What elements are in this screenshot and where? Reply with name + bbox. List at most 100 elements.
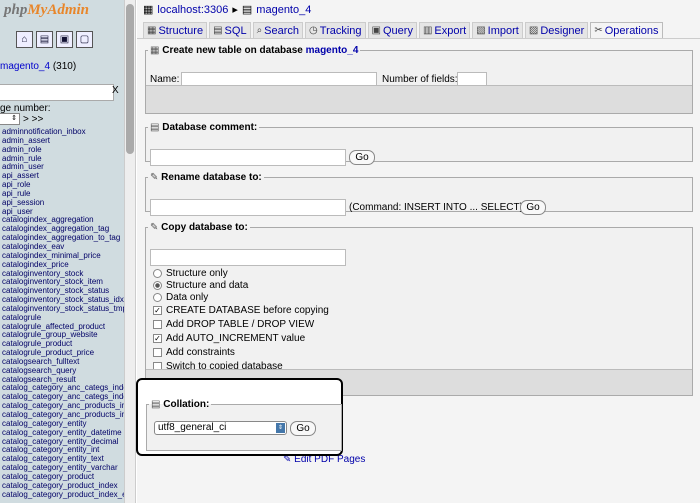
rename-database-input[interactable] [150,199,346,216]
query-window-icon[interactable]: ▤ [36,31,53,48]
table-list-item[interactable]: catalog_category_entity_decimal [2,437,124,446]
add-constraints-checkbox[interactable]: Add constraints [153,347,235,358]
table-list-item[interactable]: catalogindex_aggregation_tag [2,224,124,233]
phpmyadmin-logo[interactable]: phpMyAdmin [4,2,89,19]
home-icon[interactable]: ⌂ [16,31,33,48]
checkbox-unchecked[interactable] [153,348,162,357]
table-list-item[interactable]: api_rule [2,189,124,198]
table-list-item[interactable]: catalog_category_anc_categs_inde [2,383,124,393]
tab-import[interactable]: ▧ Import [472,22,523,38]
table-list-item[interactable]: admin_role [2,145,124,154]
database-comment-input[interactable] [150,149,346,166]
table-list-item[interactable]: catalogrule [2,313,124,322]
table-list-item[interactable]: catalog_category_anc_products_in [2,401,124,410]
table-list-item[interactable]: catalog_category_entity_int [2,445,124,454]
table-list-item[interactable]: catalog_category_entity_varchar [2,463,124,472]
table-list-item[interactable]: catalogindex_minimal_price [2,251,124,260]
tab-search[interactable]: ⌕ Search [252,22,304,38]
search-icon: ⌕ [256,25,263,36]
tab-sql[interactable]: ▤ SQL [209,22,251,38]
table-list-item[interactable]: catalogrule_affected_product [2,322,124,331]
table-list-item[interactable]: catalogrule_product_price [2,348,124,357]
tab-label: Query [383,24,413,37]
tab-query[interactable]: ▣ Query [367,22,417,38]
tab-tracking[interactable]: ◷ Tracking [305,22,366,38]
table-list-item[interactable]: catalogsearch_result [2,375,124,384]
table-list-item[interactable]: cataloginventory_stock_item [2,277,124,286]
collation-select[interactable]: utf8_general_ci ⇕ [154,421,287,435]
table-list-item[interactable]: catalogindex_aggregation_to_tag [2,233,124,242]
table-list-item[interactable]: catalogrule_product [2,339,124,348]
comment-go-button[interactable]: Go [349,150,375,165]
table-filter-input[interactable] [0,84,114,101]
operations-icon: ✂ [594,25,603,36]
table-list-item[interactable]: api_session [2,198,124,207]
collation-go-button[interactable]: Go [290,421,316,436]
nav-scrollbar[interactable] [124,0,136,503]
checkbox-checked[interactable]: ✓ [153,334,162,343]
select-arrow-icon[interactable]: ⇕ [276,423,285,433]
copy-database-input[interactable] [150,249,346,266]
table-list-item[interactable]: catalog_category_anc_products_in [2,410,124,419]
tab-export[interactable]: ▥ Export [418,22,471,38]
checkbox-unchecked[interactable] [153,320,162,329]
copy-pencil-icon: ✎ [150,222,159,233]
tab-operations[interactable]: ✂ Operations [590,22,663,38]
table-list-item[interactable]: catalog_category_product [2,472,124,481]
table-list-item[interactable]: admin_assert [2,136,124,145]
table-list-item[interactable]: catalog_category_entity [2,419,124,428]
table-list-item[interactable]: catalogsearch_fulltext [2,357,124,366]
sql-docs-icon[interactable]: ▢ [76,31,93,48]
import-icon: ▧ [476,25,486,36]
export-icon: ▥ [422,25,433,36]
table-list-item[interactable]: catalog_category_product_index [2,481,124,490]
table-list-item[interactable]: cataloginventory_stock_status_tmp [2,304,124,313]
table-list-item[interactable]: api_user [2,207,124,216]
server-icon: ▦ [143,4,154,16]
documentation-icon[interactable]: ▣ [56,31,73,48]
table-list-item[interactable]: catalog_category_entity_text [2,454,124,463]
table-list-item[interactable]: catalogsearch_query [2,366,124,375]
add-drop-table-checkbox[interactable]: Add DROP TABLE / DROP VIEW [153,319,314,330]
current-database[interactable]: magento_4 (310) [0,61,76,72]
tab-bar: ▦ Structure ▤ SQL ⌕ Search ◷ Tracking ▣ Query ▥ Exp… [143,22,663,38]
table-list-item[interactable]: cataloginventory_stock [2,269,124,278]
table-list-item[interactable]: api_assert [2,171,124,180]
structure-and-data-radio[interactable]: Structure and data [153,280,248,291]
radio-circle[interactable] [153,269,162,278]
clear-filter-icon[interactable]: X [112,85,119,96]
table-list-item[interactable]: catalogindex_price [2,260,124,269]
page-number-select[interactable]: ⇕ [0,113,20,125]
table-list-item[interactable]: cataloginventory_stock_status [2,286,124,295]
db-name-link[interactable]: magento_4 [0,61,50,72]
add-auto-increment-checkbox[interactable]: ✓ Add AUTO_INCREMENT value [153,333,305,344]
rename-go-button[interactable]: Go [520,200,546,215]
create-database-checkbox[interactable]: ✓ CREATE DATABASE before copying [153,305,329,316]
create-table-db-name: magento_4 [305,45,359,56]
table-list-item[interactable]: catalog_category_anc_categs_inde [2,392,124,401]
breadcrumb: ▦ localhost:3306 ▸ ▤ magento_4 [143,3,311,17]
table-list-item[interactable]: catalog_category_product_index_e [2,490,124,499]
page-next-links[interactable]: > >> [23,114,43,125]
table-list-item[interactable]: cataloginventory_stock_status_idx [2,295,124,304]
radio-circle-selected[interactable] [153,281,162,290]
table-list-item[interactable]: adminnotification_inbox [2,127,124,136]
sql-icon: ▤ [213,25,223,36]
table-list-item[interactable]: catalogrule_group_website [2,330,124,339]
table-list-item[interactable]: admin_user [2,162,124,171]
structure-only-radio[interactable]: Structure only [153,268,228,279]
data-only-radio[interactable]: Data only [153,292,208,303]
breadcrumb-server[interactable]: localhost:3306 [157,4,228,16]
checkbox-checked[interactable]: ✓ [153,306,162,315]
table-list-item[interactable]: catalogindex_eav [2,242,124,251]
structure-icon: ▦ [147,25,157,36]
table-list-item[interactable]: catalogindex_aggregation [2,215,124,225]
nav-scrollbar-thumb[interactable] [126,4,134,154]
tab-structure[interactable]: ▦ Structure [143,22,208,38]
tab-designer[interactable]: ▨ Designer [524,22,589,38]
table-list-item[interactable]: admin_rule [2,154,124,163]
breadcrumb-database[interactable]: magento_4 [256,4,311,16]
radio-circle[interactable] [153,293,162,302]
table-list-item[interactable]: catalog_category_entity_datetime [2,428,124,437]
table-list-item[interactable]: api_role [2,180,124,189]
